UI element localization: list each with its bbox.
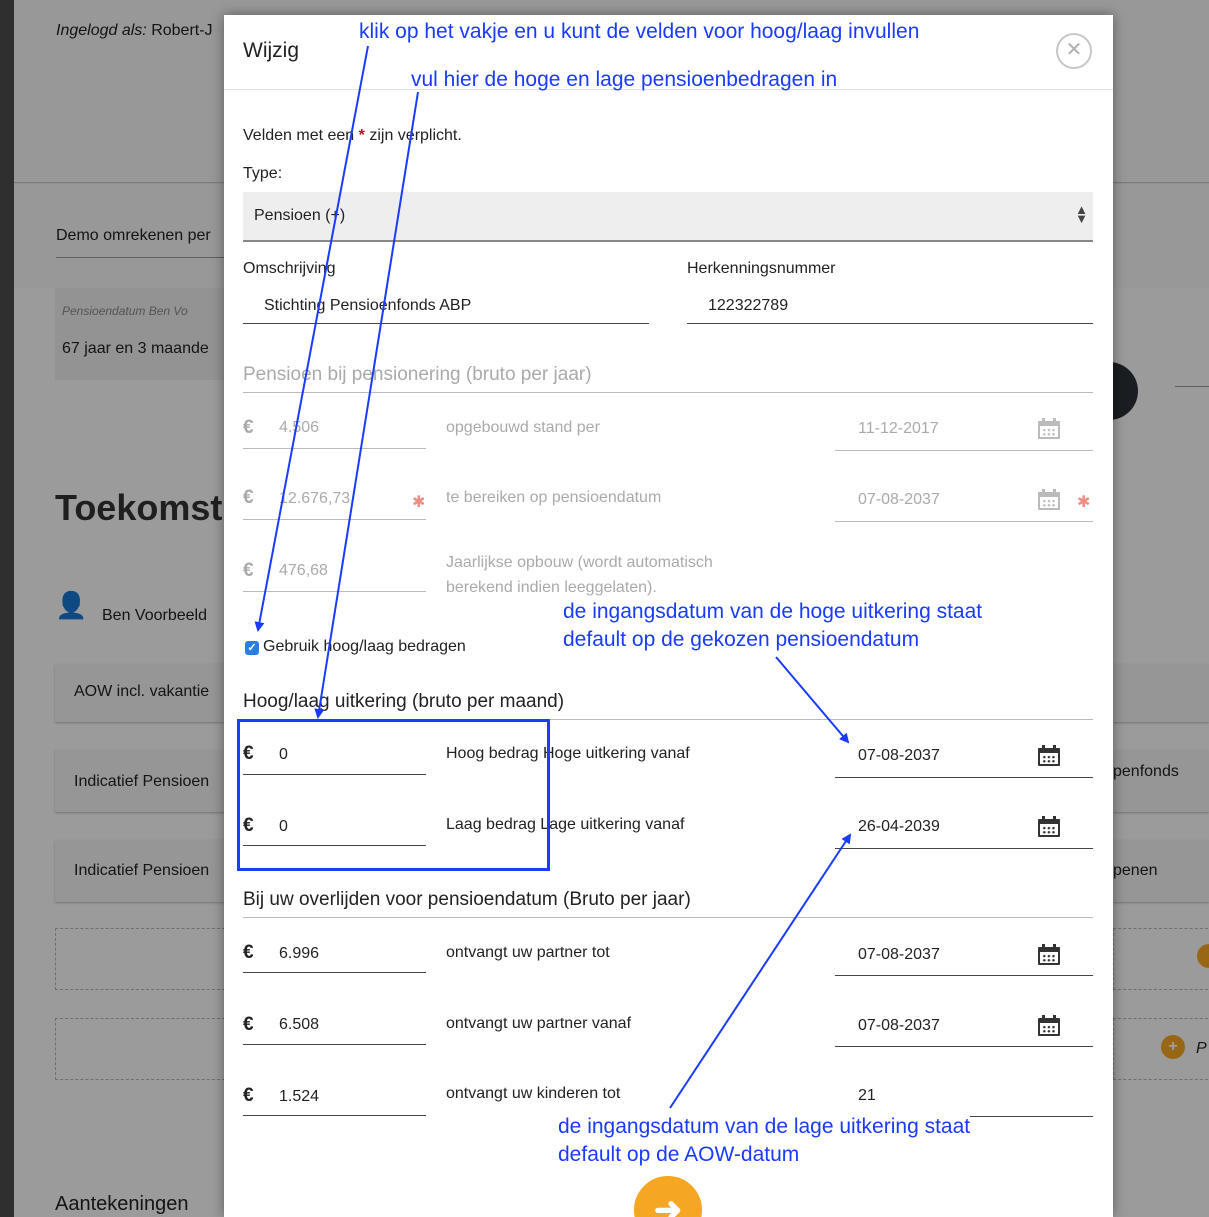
arrow-to-amounts <box>314 91 419 719</box>
arrow-to-hoge-date <box>775 656 850 744</box>
arrow-to-lage-date <box>669 833 852 1109</box>
arrow-to-checkbox <box>254 45 369 632</box>
annotation-arrows <box>254 45 852 1109</box>
